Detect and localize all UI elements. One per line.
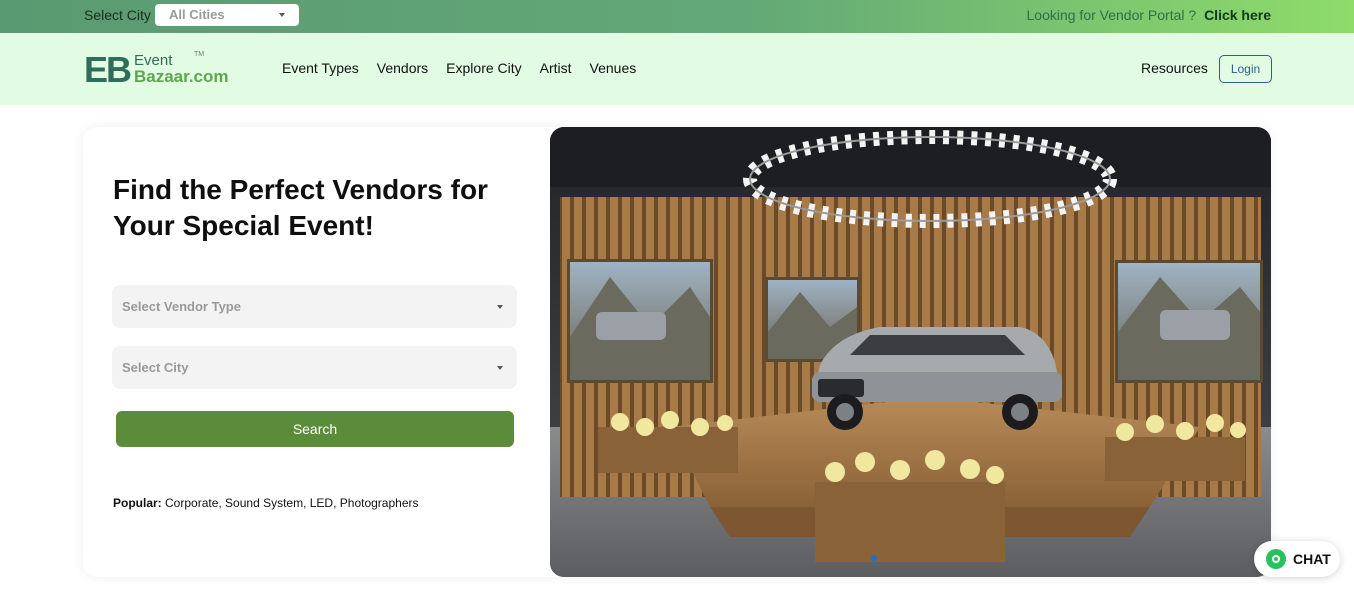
trademark-mark: TM xyxy=(194,51,205,58)
hero-image xyxy=(550,127,1271,577)
main-nav: Event Types Vendors Explore City Artist … xyxy=(282,60,636,76)
select-city-label: Select City xyxy=(84,7,151,23)
vendor-portal-message: Looking for Vendor Portal ? Click here xyxy=(1027,7,1272,23)
vendor-portal-link[interactable]: Click here xyxy=(1204,7,1271,23)
hero-card: Find the Perfect Vendors for Your Specia… xyxy=(83,127,1271,577)
car-showroom-illustration xyxy=(550,127,1271,577)
nav-explore-city[interactable]: Explore City xyxy=(446,60,521,76)
carousel-indicator[interactable] xyxy=(871,555,877,561)
popular-items: Corporate, Sound System, LED, Photograph… xyxy=(165,496,419,510)
city-dropdown[interactable]: All Cities xyxy=(155,4,299,26)
city-placeholder: Select City xyxy=(122,360,189,375)
logo-text-line2: Bazaar.com xyxy=(134,67,229,86)
nav-event-types[interactable]: Event Types xyxy=(282,60,359,76)
vendor-portal-text: Looking for Vendor Portal ? xyxy=(1026,7,1197,23)
vendor-type-placeholder: Select Vendor Type xyxy=(122,299,241,314)
logo[interactable]: EB Event Bazaar.com TM xyxy=(84,49,254,90)
nav-resources[interactable]: Resources xyxy=(1141,60,1208,76)
city-select[interactable]: Select City xyxy=(112,346,517,389)
popular-label: Popular: xyxy=(113,496,162,510)
chevron-down-icon xyxy=(279,13,285,17)
city-dropdown-value: All Cities xyxy=(169,7,225,22)
hero-title: Find the Perfect Vendors for Your Specia… xyxy=(113,174,488,241)
login-button[interactable]: Login xyxy=(1219,55,1272,83)
logo-mark: EB xyxy=(84,49,132,90)
top-bar: Select City All Cities Looking for Vendo… xyxy=(0,0,1354,33)
chevron-down-icon xyxy=(497,366,503,370)
chat-button[interactable]: CHAT xyxy=(1254,541,1340,577)
vendor-type-select[interactable]: Select Vendor Type xyxy=(112,285,517,328)
chevron-down-icon xyxy=(497,305,503,309)
nav-vendors[interactable]: Vendors xyxy=(377,60,428,76)
site-header: EB Event Bazaar.com TM Event Types Vendo… xyxy=(0,33,1354,105)
nav-venues[interactable]: Venues xyxy=(590,60,637,76)
search-button[interactable]: Search xyxy=(116,411,514,447)
whatsapp-icon xyxy=(1266,549,1286,569)
chat-label: CHAT xyxy=(1293,551,1331,567)
popular-searches: Popular: Corporate, Sound System, LED, P… xyxy=(113,496,419,510)
nav-artist[interactable]: Artist xyxy=(540,60,572,76)
